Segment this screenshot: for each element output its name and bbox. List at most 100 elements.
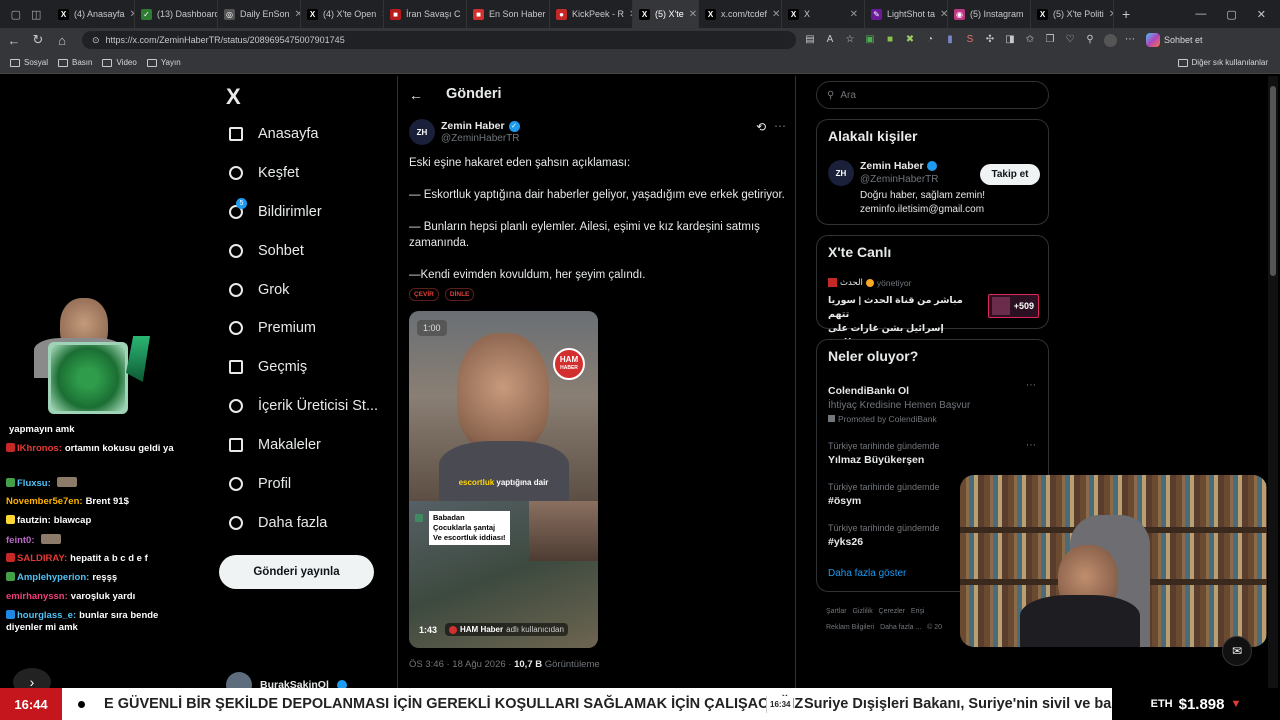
extension-icon[interactable]: S [960, 34, 980, 47]
split-icon[interactable]: ◨ [1000, 34, 1020, 47]
trend-item-promoted[interactable]: ColendiBankı Ol İhtiyaç Kredisine Hemen … [828, 382, 1038, 424]
url-input[interactable]: ⊙ https://x.com/ZeminHaberTR/status/2089… [82, 31, 796, 49]
sidebar-item-4[interactable]: Sohbet [228, 238, 304, 264]
tab-groups-icon[interactable]: ◫ [31, 8, 41, 21]
post-timestamp[interactable]: ÖS 3:46 · 18 Ağu 2026 · [409, 659, 514, 670]
tab-close-icon[interactable]: ✕ [850, 9, 858, 20]
footer-link[interactable]: Erişi [911, 608, 925, 615]
show-more-link[interactable]: Daha fazla göster [828, 568, 906, 579]
chat-username[interactable]: hourglass_e: [17, 610, 76, 621]
scrollbar-track[interactable] [1268, 76, 1278, 688]
bookmark-folder[interactable]: Sosyal [10, 58, 48, 67]
favorite-star-icon[interactable]: ☆ [840, 34, 860, 47]
close-window-icon[interactable]: ✕ [1257, 8, 1266, 21]
grok-explain-icon[interactable]: ⟲ [756, 120, 766, 134]
profile-icon[interactable]: ▢ [11, 8, 21, 21]
site-info-icon[interactable]: ⊙ [92, 35, 100, 46]
chat-username[interactable]: SALDIRAY: [17, 553, 67, 564]
other-bookmarks[interactable]: Diğer sık kullanılanlar [1177, 58, 1268, 67]
browser-tab[interactable]: ◎Daily EnSon✕ [218, 0, 301, 28]
tab-close-icon[interactable]: ✕ [940, 9, 947, 20]
back-arrow-icon[interactable]: ← [409, 87, 423, 103]
browser-tab[interactable]: X X ✕ [782, 0, 865, 28]
sohbet-et-button[interactable]: Sohbet et [1146, 33, 1203, 47]
sidebar-item-8[interactable]: İçerik Üreticisi St... [228, 393, 378, 419]
author-handle[interactable]: @ZeminHaberTR [441, 133, 520, 144]
back-icon[interactable]: ← [2, 33, 26, 48]
collections-icon[interactable]: ❒ [1040, 34, 1060, 47]
trend-more-icon[interactable]: ⋯ [1026, 440, 1036, 451]
follow-button[interactable]: Takip et [980, 164, 1040, 185]
trend-more-icon[interactable]: ⋯ [1026, 380, 1036, 391]
chat-username[interactable]: Amplehyperion: [17, 572, 89, 583]
tab-close-icon[interactable]: ✕ [689, 9, 697, 20]
bookmark-folder[interactable]: Basın [58, 58, 92, 67]
related-name-row[interactable]: Zemin Haber [860, 160, 937, 172]
browser-tab[interactable]: X (5) X'te ✕ [633, 0, 699, 28]
avatar[interactable] [1100, 33, 1120, 47]
browser-tab[interactable]: ✓(13) Dashboard✕ [135, 0, 218, 28]
chat-username[interactable]: November5e7en: [6, 496, 83, 507]
bookmark-folder[interactable]: Yayın [146, 58, 181, 67]
author-avatar[interactable]: ZH [409, 119, 435, 145]
live-listener-count[interactable]: +509 [988, 294, 1039, 318]
read-aloud-icon[interactable]: A [820, 34, 840, 47]
browser-tab[interactable]: ■En Son Haber✕ [467, 0, 550, 28]
avatar[interactable]: ZH [828, 160, 854, 186]
browser-essentials-icon[interactable]: ⚲ [1080, 34, 1100, 47]
reload-icon[interactable]: ↻ [26, 32, 50, 48]
footer-link[interactable]: Gizlilik [852, 608, 872, 615]
tab-close-icon[interactable]: ✕ [772, 9, 780, 20]
chat-username[interactable]: emirhanyssn: [6, 591, 68, 602]
live-source-row[interactable]: الحدث yönetiyor [828, 277, 911, 288]
browser-tab[interactable]: ●KickPeek - R✕ [550, 0, 633, 28]
video-credit[interactable]: HAM Haber adlı kullanıcıdan [445, 623, 568, 636]
sidebar-item-7[interactable]: Geçmiş [228, 354, 307, 380]
sidebar-item-10[interactable]: Profil [228, 471, 291, 497]
sidebar-item-1[interactable]: Anasayfa [228, 121, 318, 147]
browser-tab[interactable]: ■İran Savaşı C✕ [384, 0, 467, 28]
x-logo[interactable]: X [226, 84, 241, 110]
sidebar-item-9[interactable]: Makaleler [228, 432, 321, 458]
home-browser-icon[interactable]: ⌂ [50, 33, 74, 48]
sidebar-item-2[interactable]: Keşfet [228, 160, 299, 186]
browser-tab[interactable]: ✎ LightShot ta ✕ [865, 0, 948, 28]
copilot-icon[interactable]: ♡ [1060, 34, 1080, 47]
maximize-icon[interactable]: ▢ [1226, 8, 1236, 21]
favorites-icon[interactable]: ✩ [1020, 34, 1040, 47]
sidebar-item-5[interactable]: Grok [228, 277, 289, 303]
chat-username[interactable]: IKhronos: [17, 443, 62, 454]
reader-icon[interactable]: ▤ [800, 34, 820, 47]
trend-item[interactable]: Türkiye tarihinde gündemde Yılmaz Büyüke… [828, 441, 1038, 466]
chat-username[interactable]: Fluxsu: [17, 478, 51, 489]
bookmark-folder[interactable]: Video [102, 58, 137, 67]
translate-button[interactable]: ÇEVİR [409, 288, 439, 301]
extension-icon[interactable]: ▣ [860, 34, 880, 47]
related-handle[interactable]: @ZeminHaberTR [860, 174, 939, 185]
extension-icon[interactable]: ■ [880, 34, 900, 47]
menu-dots-icon[interactable]: ⋯ [1120, 34, 1140, 47]
footer-link[interactable]: Çerezler [879, 608, 905, 615]
chat-username[interactable]: feint0: [6, 535, 35, 546]
footer-link[interactable]: Şartlar [826, 608, 847, 615]
search-input[interactable]: ⚲ Ara [816, 81, 1049, 109]
more-options-icon[interactable]: ⋯ [774, 119, 786, 133]
listen-button[interactable]: DİNLE [444, 288, 475, 301]
new-tab-button[interactable]: + [1122, 6, 1130, 22]
tab-close-icon[interactable]: ✕ [1109, 9, 1113, 20]
extension-icon[interactable]: ✖ [900, 34, 920, 47]
chat-popup-icon[interactable]: ✉ [1222, 636, 1252, 666]
minimize-icon[interactable]: — [1195, 8, 1206, 21]
footer-link[interactable]: Daha fazla ... [880, 624, 921, 631]
scrollbar-thumb[interactable] [1270, 86, 1276, 276]
footer-link[interactable]: Reklam Bilgileri [826, 624, 874, 631]
browser-tab[interactable]: X(4) X'te Open✕ [301, 0, 384, 28]
video-player[interactable]: 1:00 HAM HABER escortluk yaptığına dair … [409, 311, 598, 648]
sidebar-item-6[interactable]: Premium [228, 315, 316, 341]
browser-tab[interactable]: Xx.com/tcdef ✕ [699, 0, 782, 28]
sidebar-item-3[interactable]: 5 Bildirimler [228, 198, 322, 225]
browser-tab[interactable]: ◉(5) Instagram✕ [948, 0, 1031, 28]
extension-icon[interactable]: ▮ [940, 34, 960, 47]
post-button[interactable]: Gönderi yayınla [219, 555, 374, 589]
author-name-row[interactable]: Zemin Haber ✓ [441, 120, 520, 132]
